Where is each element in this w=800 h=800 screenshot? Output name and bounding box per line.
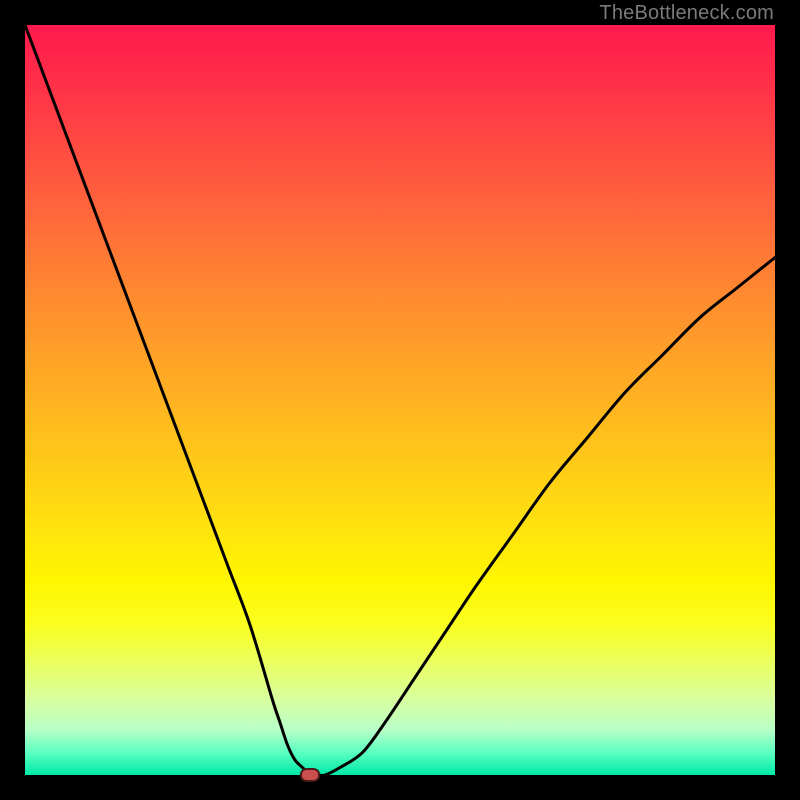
plot-area	[25, 25, 775, 775]
watermark-text: TheBottleneck.com	[599, 2, 774, 25]
bottleneck-curve	[25, 25, 775, 775]
minimum-marker	[300, 768, 320, 782]
chart-frame: TheBottleneck.com	[0, 0, 800, 800]
curve-svg	[25, 25, 775, 775]
